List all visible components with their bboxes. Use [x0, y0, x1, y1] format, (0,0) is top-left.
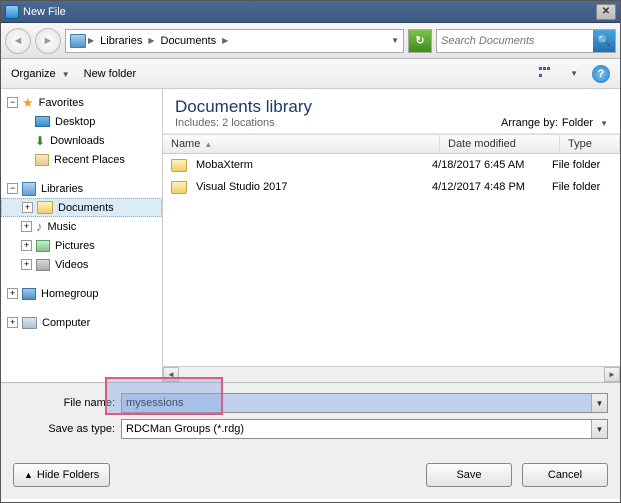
dropdown-icon[interactable]: ▼: [391, 36, 399, 45]
save-form: File name: ▼ Save as type: ▼: [1, 383, 620, 455]
sort-asc-icon: ▲: [204, 140, 212, 149]
window-title: New File: [23, 6, 66, 18]
column-headers: Name ▲ Date modified Type: [163, 134, 620, 154]
folder-icon: [171, 181, 187, 194]
location-icon: [70, 34, 86, 48]
filename-input[interactable]: [122, 394, 591, 412]
dropdown-icon[interactable]: ▼: [591, 394, 607, 412]
folder-icon: [171, 159, 187, 172]
filename-label: File name:: [13, 397, 121, 409]
tree-desktop[interactable]: Desktop: [1, 112, 162, 131]
savetype-input[interactable]: [122, 420, 591, 438]
chevron-down-icon: ▼: [62, 70, 70, 79]
computer-icon: [22, 317, 37, 329]
tree-recent[interactable]: Recent Places: [1, 150, 162, 169]
pictures-icon: [36, 240, 50, 252]
breadcrumb-root[interactable]: Libraries: [96, 35, 146, 47]
scroll-right-icon[interactable]: ►: [604, 367, 620, 382]
tree-videos[interactable]: + Videos: [1, 255, 162, 274]
star-icon: ★: [22, 95, 34, 111]
savetype-label: Save as type:: [13, 423, 121, 435]
column-name[interactable]: Name ▲: [163, 135, 440, 153]
search-icon[interactable]: 🔍: [593, 30, 615, 52]
folder-icon: [37, 201, 53, 214]
toolbar: Organize ▼ New folder ▼ ?: [1, 59, 620, 89]
library-header: Documents library Includes: 2 locations …: [163, 89, 620, 134]
hide-folders-button[interactable]: ▲ Hide Folders: [13, 463, 110, 487]
arrange-by[interactable]: Arrange by: Folder ▼: [501, 117, 608, 129]
chevron-right-icon: ▶: [148, 36, 154, 45]
videos-icon: [36, 259, 50, 271]
recent-icon: [35, 154, 49, 166]
scroll-left-icon[interactable]: ◄: [163, 367, 179, 382]
chevron-right-icon: ▶: [88, 36, 94, 45]
address-bar[interactable]: ▶ Libraries ▶ Documents ▶ ▼: [65, 29, 404, 53]
list-item[interactable]: Visual Studio 2017 4/12/2017 4:48 PM Fil…: [163, 176, 620, 198]
file-list: MobaXterm 4/18/2017 6:45 AM File folder …: [163, 154, 620, 366]
column-date[interactable]: Date modified: [440, 135, 560, 153]
tree-music[interactable]: + ♪ Music: [1, 217, 162, 236]
library-icon: [22, 182, 36, 196]
tree-pictures[interactable]: + Pictures: [1, 236, 162, 255]
column-type[interactable]: Type: [560, 135, 620, 153]
breadcrumb-current[interactable]: Documents: [157, 35, 221, 47]
save-button[interactable]: Save: [426, 463, 512, 487]
tree-documents[interactable]: + Documents: [1, 198, 162, 217]
refresh-button[interactable]: ↻: [408, 29, 432, 53]
tree-computer[interactable]: + Computer: [1, 313, 162, 332]
expand-icon[interactable]: +: [21, 259, 32, 270]
chevron-down-icon: ▼: [600, 119, 608, 128]
tree-favorites[interactable]: − ★ Favorites: [1, 93, 162, 112]
new-folder-button[interactable]: New folder: [84, 68, 137, 80]
desktop-icon: [35, 116, 50, 127]
organize-menu[interactable]: Organize ▼: [11, 68, 70, 80]
button-bar: ▲ Hide Folders Save Cancel: [1, 455, 620, 499]
horizontal-scrollbar[interactable]: ◄ ►: [163, 366, 620, 382]
expand-icon[interactable]: +: [21, 240, 32, 251]
main-pane: − ★ Favorites Desktop ⬇ Downloads Recent…: [1, 89, 620, 383]
forward-button[interactable]: ►: [35, 28, 61, 54]
library-title: Documents library: [175, 97, 312, 117]
navigation-bar: ◄ ► ▶ Libraries ▶ Documents ▶ ▼ ↻ 🔍: [1, 23, 620, 59]
savetype-combo[interactable]: ▼: [121, 419, 608, 439]
app-icon: [5, 5, 19, 19]
expand-icon[interactable]: +: [7, 317, 18, 328]
tree-downloads[interactable]: ⬇ Downloads: [1, 131, 162, 150]
navigation-tree: − ★ Favorites Desktop ⬇ Downloads Recent…: [1, 89, 163, 382]
chevron-up-icon: ▲: [24, 470, 33, 480]
chevron-right-icon: ▶: [222, 36, 228, 45]
filename-combo[interactable]: ▼: [121, 393, 608, 413]
tree-libraries[interactable]: − Libraries: [1, 179, 162, 198]
cancel-button[interactable]: Cancel: [522, 463, 608, 487]
download-icon: ⬇: [35, 134, 45, 148]
search-input[interactable]: [437, 35, 593, 47]
expand-icon[interactable]: +: [22, 202, 33, 213]
homegroup-icon: [22, 288, 36, 300]
collapse-icon[interactable]: −: [7, 183, 18, 194]
expand-icon[interactable]: +: [7, 288, 18, 299]
collapse-icon[interactable]: −: [7, 97, 18, 108]
help-icon[interactable]: ?: [592, 65, 610, 83]
chevron-down-icon[interactable]: ▼: [570, 69, 578, 78]
search-box[interactable]: 🔍: [436, 29, 616, 53]
expand-icon[interactable]: +: [21, 221, 32, 232]
library-subtitle: Includes: 2 locations: [175, 117, 312, 129]
back-button[interactable]: ◄: [5, 28, 31, 54]
view-options-icon[interactable]: [539, 67, 553, 81]
close-button[interactable]: ✕: [596, 4, 616, 20]
content-pane: Documents library Includes: 2 locations …: [163, 89, 620, 382]
tree-homegroup[interactable]: + Homegroup: [1, 284, 162, 303]
music-icon: ♪: [36, 219, 43, 234]
list-item[interactable]: MobaXterm 4/18/2017 6:45 AM File folder: [163, 154, 620, 176]
title-bar: New File ✕: [1, 1, 620, 23]
dropdown-icon[interactable]: ▼: [591, 420, 607, 438]
